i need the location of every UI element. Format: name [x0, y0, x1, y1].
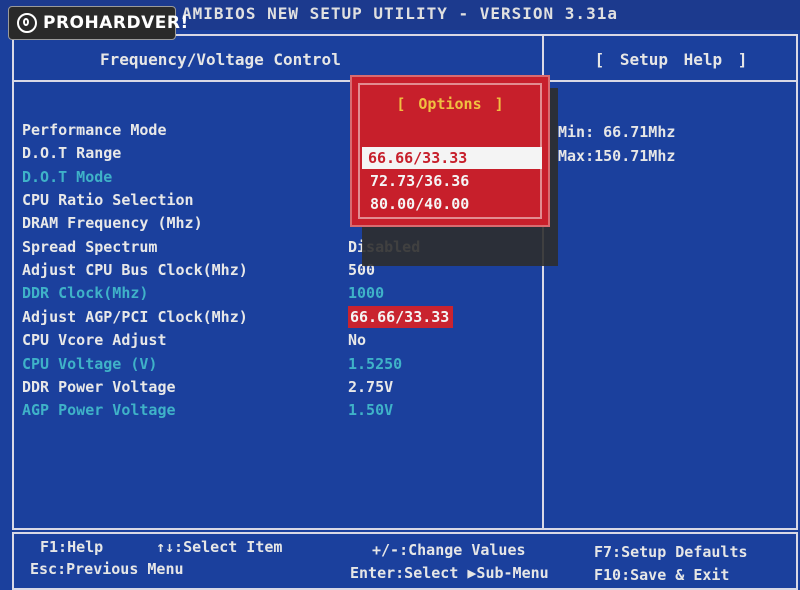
setting-label: CPU Vcore Adjust	[22, 331, 167, 349]
setting-label: D.O.T Range	[22, 144, 122, 162]
logo-text: PROHARDVER!	[43, 13, 189, 33]
popup-option-80-00[interactable]: 80.00/40.00	[364, 193, 540, 215]
help-min-value: Min: 66.71Mhz	[558, 123, 676, 141]
setting-label: CPU Voltage (V)	[22, 355, 158, 373]
footer-enter-select: Enter:Select ▶Sub-Menu	[350, 564, 549, 582]
prohardver-logo: PROHARDVER!	[8, 6, 188, 40]
setting-label: Adjust CPU Bus Clock(Mhz)	[22, 261, 248, 279]
setting-row: DDR Clock(Mhz) 1000	[22, 282, 522, 304]
setting-value: 1.50V	[348, 401, 394, 419]
footer-change-values: +/-:Change Values	[372, 541, 526, 559]
footer-f10-save: F10:Save & Exit	[594, 566, 730, 584]
popup-option-66-66[interactable]: 66.66/33.33	[362, 147, 542, 169]
setting-label: DDR Power Voltage	[22, 378, 176, 396]
setting-value[interactable]: 66.66/33.33	[348, 306, 454, 328]
footer-select-item: ↑↓:Select Item	[156, 538, 283, 556]
footer-f1-help: F1:Help	[40, 538, 104, 556]
setting-label: CPU Ratio Selection	[22, 191, 194, 209]
popup-option-72-73[interactable]: 72.73/36.36	[364, 170, 540, 192]
setting-label: Adjust AGP/PCI Clock(Mhz)	[22, 308, 248, 326]
setting-label: DDR Clock(Mhz)	[22, 284, 149, 302]
help-header-divider	[543, 80, 798, 82]
setting-value: 1000	[348, 284, 385, 302]
options-popup[interactable]: [ Options ] 66.66/33.33 72.73/36.36 80.0…	[350, 75, 550, 227]
footer-esc-previous: Esc:Previous Menu	[30, 560, 184, 578]
setting-label: D.O.T Mode	[22, 168, 113, 186]
panel-title: Frequency/Voltage Control	[100, 50, 341, 69]
options-popup-title: [ Options ]	[396, 95, 504, 113]
setting-label: Performance Mode	[22, 121, 167, 139]
setting-row[interactable]: CPU Vcore Adjust No	[22, 329, 522, 351]
setting-label: DRAM Frequency (Mhz)	[22, 214, 203, 232]
footer-f7-defaults: F7:Setup Defaults	[594, 543, 748, 561]
setting-label: Spread Spectrum	[22, 238, 158, 256]
setting-row: CPU Voltage (V) 1.5250	[22, 353, 522, 375]
bios-screen: AMIBIOS NEW SETUP UTILITY - VERSION 3.31…	[0, 0, 800, 590]
help-title: [ Setup Help ]	[594, 50, 748, 69]
setting-value[interactable]: No	[348, 329, 366, 351]
setting-row: AGP Power Voltage 1.50V	[22, 399, 522, 421]
help-max-value: Max:150.71Mhz	[558, 147, 676, 165]
setting-value[interactable]: 2.75V	[348, 376, 393, 398]
logo-icon	[17, 13, 37, 33]
setting-row[interactable]: DDR Power Voltage 2.75V	[22, 376, 522, 398]
setting-value: 1.5250	[348, 355, 403, 373]
setting-row[interactable]: Adjust AGP/PCI Clock(Mhz) 66.66/33.33	[22, 306, 522, 328]
setting-label: AGP Power Voltage	[22, 401, 176, 419]
